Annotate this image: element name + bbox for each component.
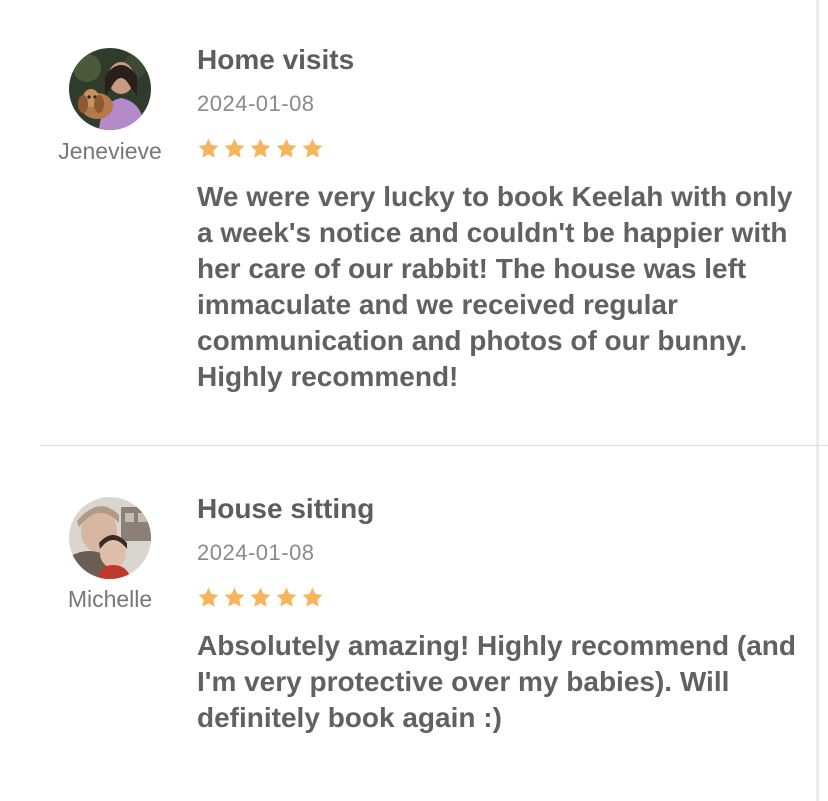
reviewer-name: Jenevieve bbox=[58, 138, 162, 164]
review-text: We were very lucky to book Keelah with o… bbox=[197, 181, 793, 392]
review-date: 2024-01-08 bbox=[197, 91, 315, 116]
avatar[interactable] bbox=[69, 48, 151, 130]
star-icon bbox=[224, 138, 245, 158]
reviewer-name: Michelle bbox=[67, 586, 153, 612]
star-icon bbox=[250, 587, 271, 607]
star-icon bbox=[276, 587, 297, 607]
star-icon bbox=[302, 138, 323, 158]
star-icon bbox=[198, 138, 219, 158]
review-date: 2024-01-08 bbox=[197, 540, 315, 565]
star-rating bbox=[197, 137, 324, 160]
review-card: Michelle House sitting 2024-01-08 Absolu… bbox=[0, 446, 816, 801]
star-rating bbox=[197, 586, 324, 609]
service-type: Home visits bbox=[197, 44, 355, 75]
star-icon bbox=[224, 587, 245, 607]
avatar[interactable] bbox=[69, 497, 151, 579]
review-text: Absolutely amazing! Highly recommend (an… bbox=[197, 630, 796, 733]
review-card: Jenevieve Home visits 2024-01-08 We were… bbox=[0, 0, 816, 446]
service-type: House sitting bbox=[197, 493, 375, 524]
star-icon bbox=[302, 587, 323, 607]
star-icon bbox=[250, 138, 271, 158]
star-icon bbox=[198, 587, 219, 607]
star-icon bbox=[276, 138, 297, 158]
right-edge-rule bbox=[816, 0, 819, 801]
